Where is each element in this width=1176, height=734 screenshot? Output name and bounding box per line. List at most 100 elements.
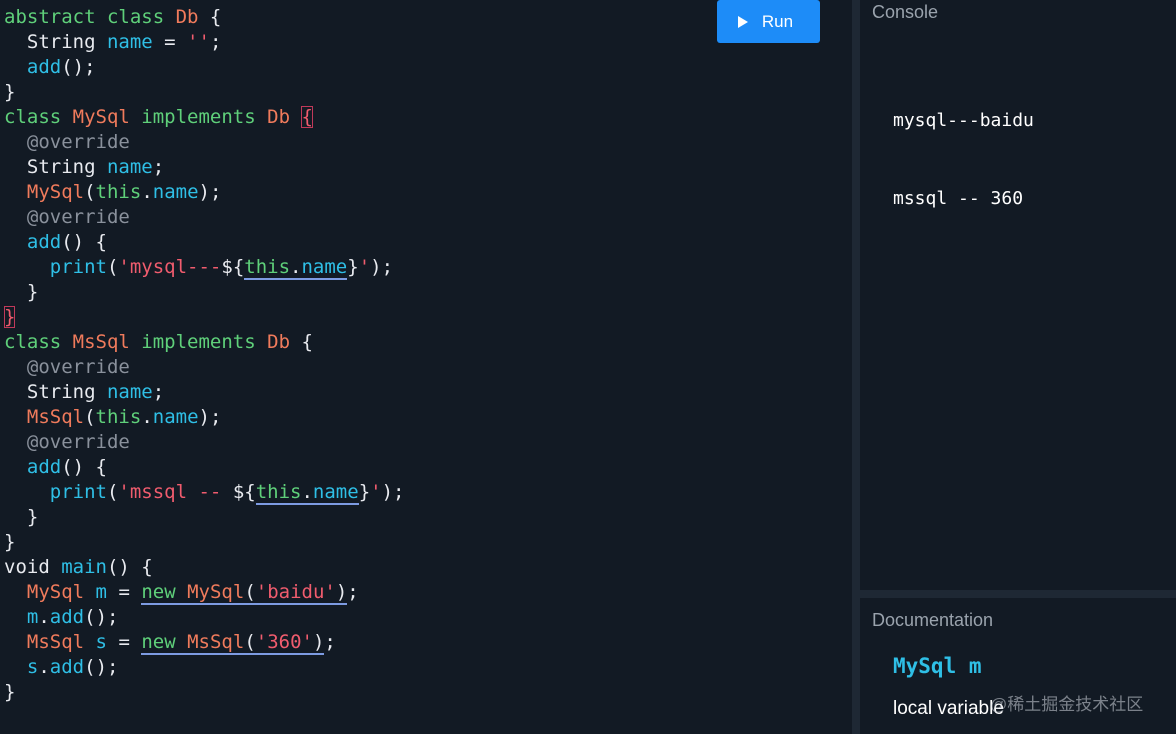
code-editor[interactable]: abstract class Db { String name = ''; ad… xyxy=(0,0,852,734)
code-token: ); xyxy=(198,406,222,428)
code-line[interactable]: } xyxy=(4,505,404,530)
code-token: ); xyxy=(198,181,222,203)
code-token: . xyxy=(141,181,153,203)
console-panel: Console mysql---baidu mssql -- 360 xyxy=(860,0,1176,590)
code-line[interactable]: MsSql s = new MsSql('360'); xyxy=(4,630,404,655)
code-token xyxy=(175,581,188,605)
code-token: ' xyxy=(358,256,371,278)
code-line[interactable]: void main() { xyxy=(4,555,404,580)
code-token: } xyxy=(4,681,16,703)
code-token: } xyxy=(358,481,371,503)
code-line[interactable]: print('mssql -- ${this.name}'); xyxy=(4,480,404,505)
code-token: this xyxy=(95,406,142,428)
code-token: @override xyxy=(4,206,130,228)
code-token: ( xyxy=(244,581,256,605)
code-token: } xyxy=(4,81,16,103)
code-token: print xyxy=(49,256,107,278)
documentation-title: Documentation xyxy=(872,610,994,630)
code-token: Db xyxy=(175,6,199,28)
code-token: . xyxy=(38,656,50,678)
console-line: mssql -- 360 xyxy=(893,188,1024,209)
code-token: name xyxy=(106,156,153,178)
code-token: . xyxy=(141,406,153,428)
code-line[interactable]: add() { xyxy=(4,455,404,480)
code-token: MsSql xyxy=(26,406,85,428)
code-token: ( xyxy=(106,481,119,503)
horizontal-splitter[interactable] xyxy=(860,590,1176,598)
code-token: ${ xyxy=(221,256,245,278)
code-line[interactable]: String name = ''; xyxy=(4,30,404,55)
code-token: MySql xyxy=(26,581,85,603)
code-token: name xyxy=(152,181,199,203)
code-line[interactable]: m.add(); xyxy=(4,605,404,630)
code-line[interactable]: MySql m = new MySql('baidu'); xyxy=(4,580,404,605)
code-token: this xyxy=(95,181,142,203)
code-token: ) xyxy=(335,581,348,605)
code-token: add xyxy=(49,656,85,678)
code-token: ); xyxy=(381,481,405,503)
code-token: @override xyxy=(4,356,130,378)
code-token: print xyxy=(49,481,107,503)
code-line[interactable]: class MySql implements Db { xyxy=(4,105,404,130)
code-line[interactable]: MsSql(this.name); xyxy=(4,405,404,430)
code-line[interactable]: } xyxy=(4,305,404,330)
code-line[interactable]: String name; xyxy=(4,380,404,405)
code-token: s xyxy=(95,631,107,653)
code-line[interactable]: } xyxy=(4,80,404,105)
code-token: ( xyxy=(244,631,256,655)
code-line[interactable]: class MsSql implements Db { xyxy=(4,330,404,355)
code-line[interactable]: @override xyxy=(4,130,404,155)
code-line[interactable]: add() { xyxy=(4,230,404,255)
code-line[interactable]: } xyxy=(4,680,404,705)
code-token: this xyxy=(255,481,302,505)
code-token: MsSql xyxy=(187,631,245,655)
console-line: mysql---baidu xyxy=(893,110,1034,131)
code-token: add xyxy=(49,606,85,628)
code-token: name xyxy=(301,256,348,280)
code-token xyxy=(175,631,188,655)
code-token: } xyxy=(4,281,39,303)
code-token: '360' xyxy=(255,631,313,655)
code-token: = xyxy=(152,31,188,53)
code-token: void xyxy=(4,556,62,578)
run-button[interactable]: Run xyxy=(717,0,820,43)
code-line[interactable]: @override xyxy=(4,430,404,455)
code-token: 'mssql -- xyxy=(118,481,233,503)
watermark: @稀土掘金技术社区 xyxy=(990,695,1144,714)
code-token: add xyxy=(26,456,62,478)
code-token: new xyxy=(141,581,176,605)
code-token: 'mysql--- xyxy=(118,256,222,278)
code-line[interactable]: add(); xyxy=(4,55,404,80)
doc-description: local variable xyxy=(893,698,1004,719)
code-token: class xyxy=(4,331,73,353)
code-token: (); xyxy=(84,606,119,628)
code-token: m xyxy=(26,606,39,628)
code-line[interactable]: abstract class Db { xyxy=(4,5,404,30)
code-token: add xyxy=(26,56,62,78)
code-line[interactable]: s.add(); xyxy=(4,655,404,680)
run-button-label: Run xyxy=(761,11,794,31)
code-line[interactable]: @override xyxy=(4,205,404,230)
code-token: @override xyxy=(4,131,130,153)
code-line[interactable]: @override xyxy=(4,355,404,380)
code-line[interactable]: } xyxy=(4,530,404,555)
code-token: (); xyxy=(84,656,119,678)
code-line[interactable]: } xyxy=(4,280,404,305)
code-token: s xyxy=(26,656,39,678)
code-line[interactable]: print('mysql---${this.name}'); xyxy=(4,255,404,280)
code-token: () { xyxy=(61,231,107,253)
code-token: m xyxy=(95,581,107,603)
code-content[interactable]: abstract class Db { String name = ''; ad… xyxy=(4,5,404,705)
code-token: ; xyxy=(347,581,359,603)
code-token: 'baidu' xyxy=(255,581,336,605)
code-line[interactable]: String name; xyxy=(4,155,404,180)
code-line[interactable]: MySql(this.name); xyxy=(4,180,404,205)
vertical-splitter[interactable] xyxy=(852,0,860,734)
